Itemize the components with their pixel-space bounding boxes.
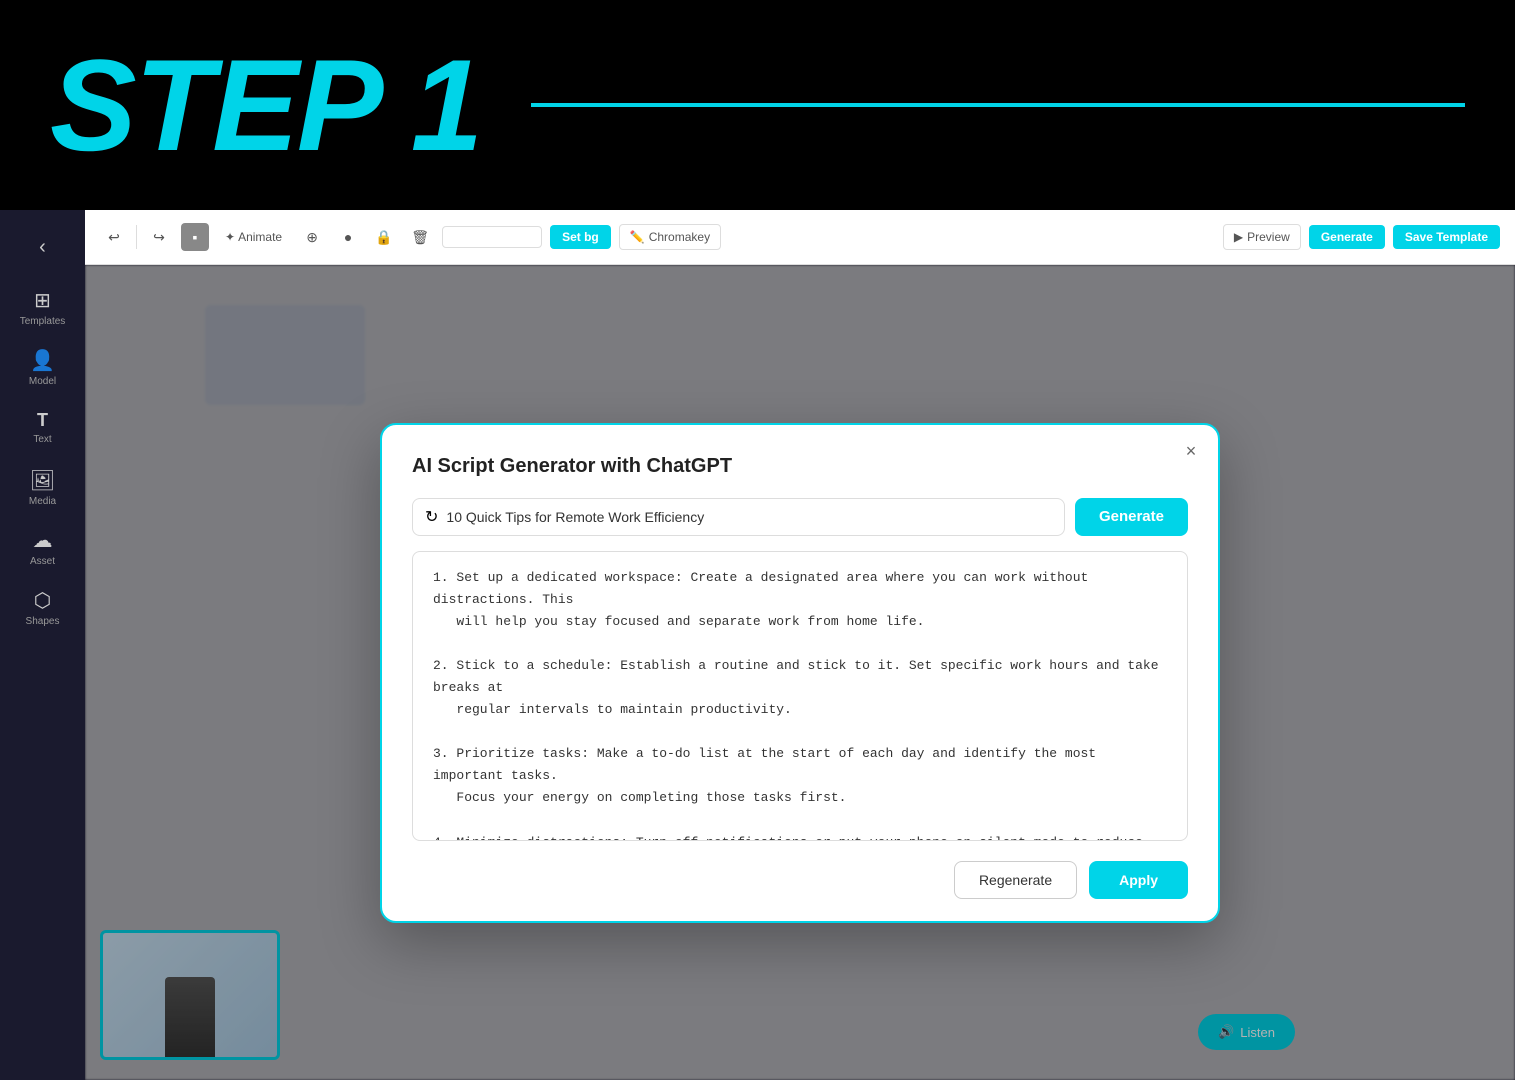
animate-button[interactable]: ✦ Animate (217, 226, 290, 248)
tool-icon-1[interactable]: ⊕ (298, 223, 326, 251)
tool-icon-3[interactable]: 🔒 (370, 223, 398, 251)
sidebar-item-shapes[interactable]: ⬡ Shapes (13, 580, 73, 635)
modal-title: AI Script Generator with ChatGPT (412, 455, 1188, 478)
sidebar-label-asset: Asset (30, 556, 55, 567)
animate-label: Animate (238, 230, 282, 244)
asset-icon: ☁ (33, 528, 53, 553)
modal-overlay: × AI Script Generator with ChatGPT ↻ Gen… (85, 265, 1515, 1080)
script-text: 1. Set up a dedicated workspace: Create … (433, 567, 1167, 840)
step-banner: STEP 1 (0, 0, 1515, 210)
redo-icon: ↪ (153, 229, 165, 246)
square-icon: ▪ (193, 229, 198, 245)
toolbar-divider-1 (136, 225, 137, 249)
sidebar-item-model[interactable]: 👤 Model (13, 340, 73, 395)
modal-close-button[interactable]: × (1179, 440, 1203, 464)
step-title: STEP 1 (50, 40, 481, 170)
apply-button[interactable]: Apply (1089, 861, 1188, 899)
sidebar: ‹ ⊞ Templates 👤 Model T Text 🖼 Media ☁ A… (0, 210, 85, 1080)
chromakey-button[interactable]: ✏️ Chromakey (619, 224, 721, 250)
modal-generate-button[interactable]: Generate (1075, 498, 1188, 536)
editor-area: ‹ ⊞ Templates 👤 Model T Text 🖼 Media ☁ A… (0, 210, 1515, 1080)
preview-label: Preview (1247, 230, 1290, 244)
toolbar: ↩ ↪ ▪ ✦ Animate ⊕ ● 🔒 🗑 Set bg ✏️ Chroma… (85, 210, 1515, 265)
templates-icon: ⊞ (34, 288, 51, 313)
sidebar-label-shapes: Shapes (26, 616, 60, 627)
sidebar-item-media[interactable]: 🖼 Media (13, 460, 73, 515)
media-icon: 🖼 (30, 468, 55, 493)
text-icon: T (37, 410, 48, 431)
generate-button[interactable]: Generate (1309, 225, 1385, 249)
sidebar-label-media: Media (29, 496, 56, 507)
sidebar-item-back[interactable]: ‹ (13, 220, 73, 275)
sidebar-item-asset[interactable]: ☁ Asset (13, 520, 73, 575)
tool-icon-2[interactable]: ● (334, 223, 362, 251)
script-content-wrap: 1. Set up a dedicated workspace: Create … (412, 551, 1188, 841)
crop-icon: ⊕ (306, 229, 318, 246)
square-tool-button[interactable]: ▪ (181, 223, 209, 251)
regenerate-button[interactable]: Regenerate (954, 861, 1077, 899)
redo-button[interactable]: ↪ (145, 223, 173, 251)
ai-script-modal: × AI Script Generator with ChatGPT ↻ Gen… (380, 423, 1220, 923)
toolbar-search-input[interactable] (442, 226, 542, 248)
tool-icon-4[interactable]: 🗑 (406, 223, 434, 251)
step-line (531, 103, 1465, 107)
sidebar-item-text[interactable]: T Text (13, 400, 73, 455)
modal-input-row: ↻ Generate (412, 498, 1188, 536)
set-bg-button[interactable]: Set bg (550, 225, 611, 249)
script-topic-input[interactable] (446, 509, 1052, 525)
preview-button[interactable]: ▶ Preview (1223, 224, 1301, 250)
sidebar-label-templates: Templates (20, 316, 66, 327)
refresh-icon: ↻ (425, 507, 438, 527)
save-template-button[interactable]: Save Template (1393, 225, 1500, 249)
play-icon: ▶ (1234, 230, 1243, 244)
animate-icon: ✦ (225, 230, 235, 244)
sidebar-item-templates[interactable]: ⊞ Templates (13, 280, 73, 335)
sidebar-label-text: Text (33, 434, 51, 445)
undo-button[interactable]: ↩ (100, 223, 128, 251)
shapes-icon: ⬡ (34, 588, 51, 613)
delete-icon: 🗑 (411, 229, 429, 246)
sidebar-label-model: Model (29, 376, 56, 387)
modal-input-wrap: ↻ (412, 498, 1065, 536)
model-icon: 👤 (30, 348, 55, 373)
chromakey-label: Chromakey (649, 230, 710, 244)
circle-icon: ● (344, 229, 352, 245)
back-icon: ‹ (39, 236, 46, 259)
script-content[interactable]: 1. Set up a dedicated workspace: Create … (413, 552, 1187, 840)
modal-footer: Regenerate Apply (412, 861, 1188, 899)
chromakey-icon: ✏️ (630, 230, 645, 244)
undo-icon: ↩ (108, 229, 120, 246)
lock-icon: 🔒 (375, 229, 392, 246)
